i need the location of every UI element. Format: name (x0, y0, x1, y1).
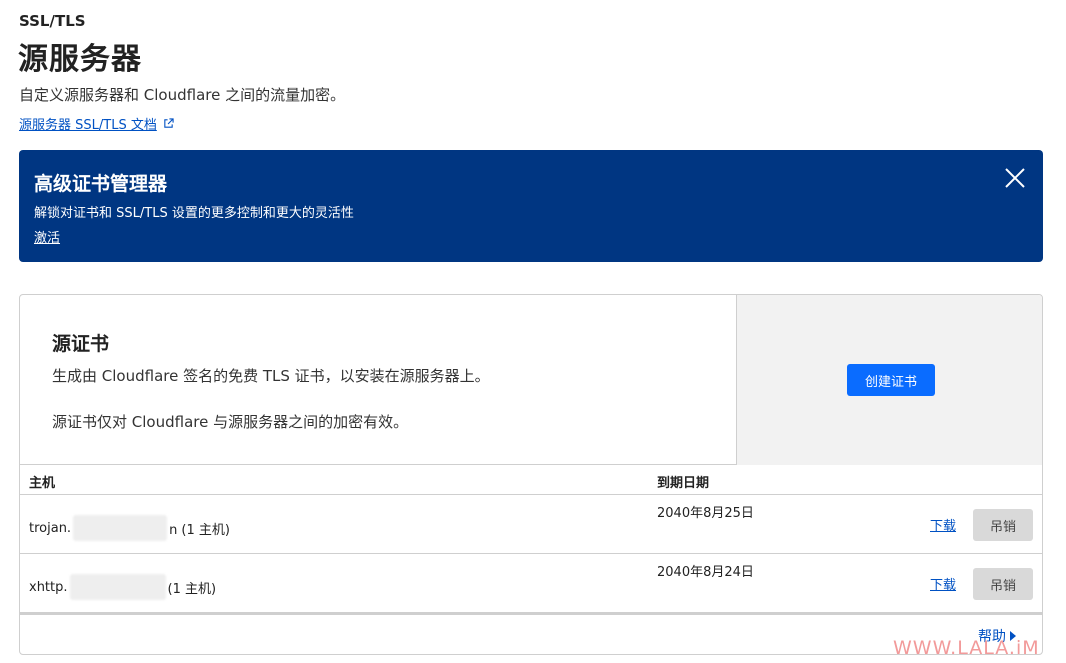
external-link-icon (164, 118, 174, 128)
close-icon[interactable] (1004, 167, 1026, 189)
host-cell: trojan. n (1 主机) (29, 515, 230, 541)
expiry-date: 2040年8月24日 (657, 565, 754, 580)
card-action-panel: 创建证书 (736, 295, 1042, 465)
banner-subtitle: 解锁对证书和 SSL/TLS 设置的更多控制和更大的灵活性 (34, 206, 354, 221)
host-prefix: xhttp. (29, 579, 68, 595)
column-header-host: 主机 (29, 476, 56, 491)
page-eyebrow: SSL/TLS (19, 12, 86, 30)
docs-link[interactable]: 源服务器 SSL/TLS 文档 (19, 114, 174, 133)
host-cell: xhttp. (1 主机) (29, 574, 216, 600)
page-title: 源服务器 (18, 42, 142, 77)
card-title: 源证书 (52, 333, 110, 355)
card-header: 源证书 生成由 Cloudflare 签名的免费 TLS 证书，以安装在源服务器… (20, 295, 1042, 465)
card-line-2: 源证书仅对 Cloudflare 与源服务器之间的加密有效。 (52, 413, 409, 431)
redacted-hostname (73, 515, 168, 541)
docs-link-label: 源服务器 SSL/TLS 文档 (19, 118, 157, 133)
column-header-expiry: 到期日期 (657, 476, 710, 491)
host-suffix: (1 主机) (167, 581, 217, 597)
card-line-1: 生成由 Cloudflare 签名的免费 TLS 证书，以安装在源服务器上。 (52, 367, 490, 385)
download-link[interactable]: 下载 (930, 515, 956, 534)
create-certificate-button[interactable]: 创建证书 (847, 364, 935, 396)
banner-title: 高级证书管理器 (34, 173, 168, 195)
activate-link[interactable]: 激活 (34, 227, 60, 246)
host-suffix: n (1 主机) (169, 522, 230, 538)
origin-certificates-card: 源证书 生成由 Cloudflare 签名的免费 TLS 证书，以安装在源服务器… (19, 294, 1043, 655)
revoke-button[interactable]: 吊销 (973, 568, 1033, 600)
table-footer-divider (20, 613, 1042, 615)
expiry-date: 2040年8月25日 (657, 506, 754, 521)
revoke-button[interactable]: 吊销 (973, 509, 1033, 541)
host-prefix: trojan. (29, 520, 72, 536)
download-link[interactable]: 下载 (930, 574, 956, 593)
redacted-hostname (69, 574, 166, 600)
table-row: trojan. n (1 主机) 2040年8月25日 下载 吊销 (20, 495, 1042, 554)
page-description: 自定义源服务器和 Cloudflare 之间的流量加密。 (19, 86, 346, 104)
advanced-cert-manager-banner: 高级证书管理器 解锁对证书和 SSL/TLS 设置的更多控制和更大的灵活性 激活 (19, 150, 1043, 262)
card-info: 源证书 生成由 Cloudflare 签名的免费 TLS 证书，以安装在源服务器… (20, 295, 736, 465)
watermark: WWW.LALA.iM (893, 637, 1040, 659)
table-row: xhttp. (1 主机) 2040年8月24日 下载 吊销 (20, 554, 1042, 613)
table-header: 主机 到期日期 (20, 465, 1042, 495)
